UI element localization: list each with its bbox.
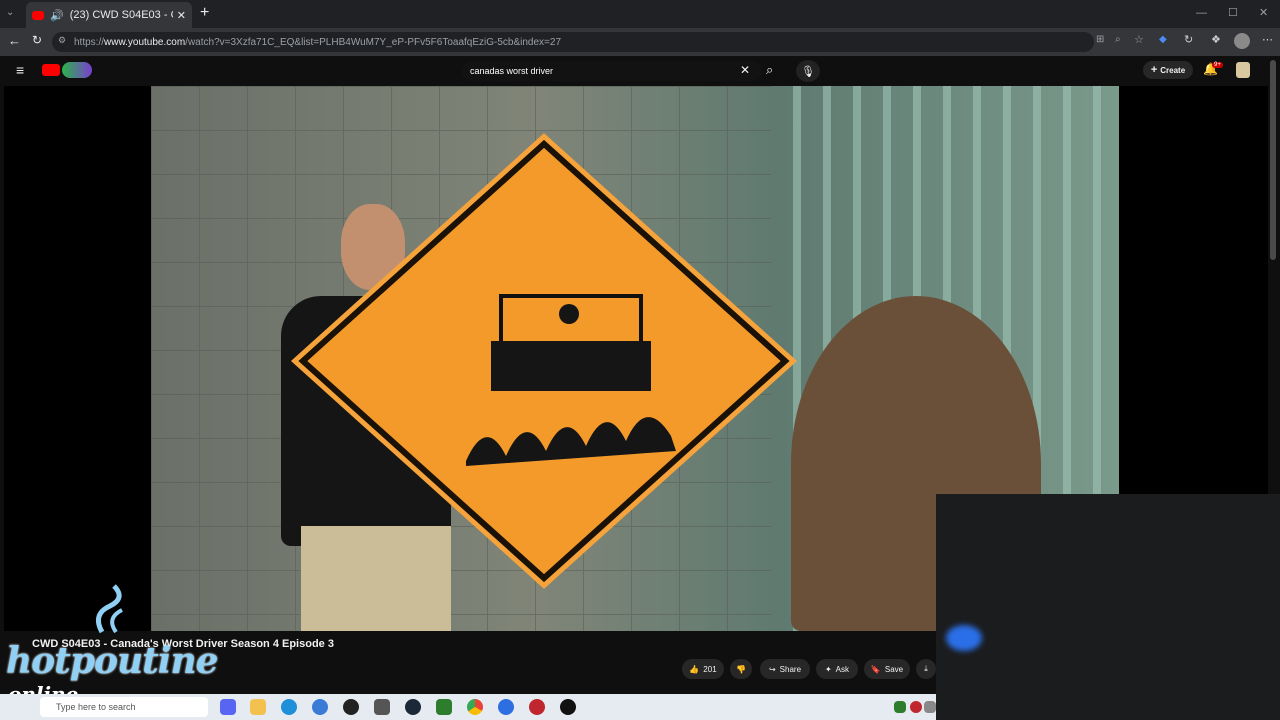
create-label: Create [1160,65,1186,75]
tab-list-icon[interactable]: ⌄ [6,7,14,18]
like-count: 201 [703,664,717,674]
favorite-star-icon[interactable]: ☆ [1134,33,1144,46]
thumbs-down-icon: 👎 [736,664,746,674]
discord-icon[interactable] [220,699,236,715]
extension-icon[interactable]: ◆ [1159,34,1167,45]
obs-icon[interactable] [343,699,359,715]
profile-avatar[interactable] [1234,33,1250,49]
new-tab-icon[interactable]: + [200,4,209,22]
apps-icon[interactable]: ⊞ [1096,34,1104,45]
notifications-badge: 9+ [1212,62,1223,68]
app-icon-blue[interactable] [312,699,328,715]
search-input[interactable]: canadas worst driver [462,61,762,81]
dislike-button[interactable]: 👎 [730,659,752,679]
ask-button[interactable]: ✦ Ask [816,659,858,679]
share-label: Share [779,664,802,674]
clear-search-icon[interactable]: ✕ [740,63,750,77]
speaker-icon[interactable]: 🔊 [50,9,64,22]
settings-gear-icon[interactable] [374,699,390,715]
blue-light-icon [946,625,982,651]
minimize-icon[interactable]: — [1196,7,1207,19]
reload-icon[interactable]: ↻ [32,33,42,47]
address-bar[interactable]: https://www.youtube.com/watch?v=3Xzfa71C… [52,32,1094,52]
close-window-icon[interactable]: ✕ [1259,6,1268,19]
ask-label: Ask [835,664,850,674]
like-button[interactable]: 👍 201 [682,659,724,679]
taskbar-search-placeholder: Type here to search [56,702,136,712]
url-path: /watch?v=3Xzfa71C_EQ&list=PLHB4WuM7Y_eP-… [185,36,562,48]
site-info-icon[interactable]: ⚙ [58,35,66,46]
tab-title: (23) CWD S04E03 - Canada's W [69,9,173,21]
chrome-icon[interactable] [467,699,483,715]
download-button[interactable]: ⤓ [916,659,936,679]
picture-in-picture-overlay[interactable] [936,494,1280,720]
account-avatar[interactable] [1236,62,1250,78]
steam-icon[interactable] [405,699,421,715]
tray-icon-gray[interactable] [924,701,936,713]
maximize-icon[interactable]: ☐ [1228,6,1238,19]
man-shorts [301,526,451,631]
app-icon-blue-2[interactable] [498,699,514,715]
collections-icon[interactable]: ❖ [1211,33,1221,46]
search-icon[interactable]: ⌕ [766,62,773,78]
tray-icon-green[interactable] [894,701,906,713]
save-button[interactable]: 🔖 Save [864,659,910,679]
app-icon-red[interactable] [529,699,545,715]
sync-icon[interactable]: ↻ [1184,33,1193,46]
app-icon-dark[interactable] [560,699,576,715]
browser-tab-strip [0,0,1280,28]
plus-icon: + [1150,64,1158,76]
taskbar-search-input[interactable]: Type here to search [40,697,208,717]
back-icon[interactable]: ← [8,33,21,48]
sign-bumps-icon [466,417,676,466]
minecraft-icon[interactable] [436,699,452,715]
bookmark-icon: 🔖 [870,664,881,674]
hamburger-menu-icon[interactable]: ≡ [16,62,24,78]
hotpoutine-logo: hotpoutine [6,640,219,682]
page-scrollbar[interactable] [1270,60,1276,260]
youtube-logo-icon[interactable] [42,64,60,76]
url-host: www.youtube.com [104,36,186,48]
sign-car-icon [491,294,651,391]
create-button[interactable]: + Create [1143,61,1193,79]
tray-icon-red[interactable] [910,701,922,713]
close-tab-icon[interactable]: ✕ [177,9,186,22]
zoom-icon[interactable]: ⌕ [1115,34,1121,45]
file-explorer-icon[interactable] [250,699,266,715]
browser-tab[interactable]: 🔊 (23) CWD S04E03 - Canada's W ✕ [26,2,192,28]
share-icon: ↪ [768,664,776,674]
steam-swirl-icon [95,584,123,634]
youtube-favicon-icon [32,10,44,20]
edge-icon[interactable] [281,699,297,715]
download-icon: ⤓ [924,664,928,673]
save-label: Save [884,664,904,674]
search-value: canadas worst driver [470,66,554,76]
sparkle-icon: ✦ [824,664,832,674]
more-menu-icon[interactable]: ⋯ [1262,33,1273,46]
thumbs-up-icon: 👍 [689,664,700,674]
url-prefix: https:// [74,36,105,48]
voice-search-icon[interactable]: 🎙 [796,60,820,82]
doodle-logo-icon[interactable] [62,62,92,78]
share-button[interactable]: ↪ Share [760,659,810,679]
